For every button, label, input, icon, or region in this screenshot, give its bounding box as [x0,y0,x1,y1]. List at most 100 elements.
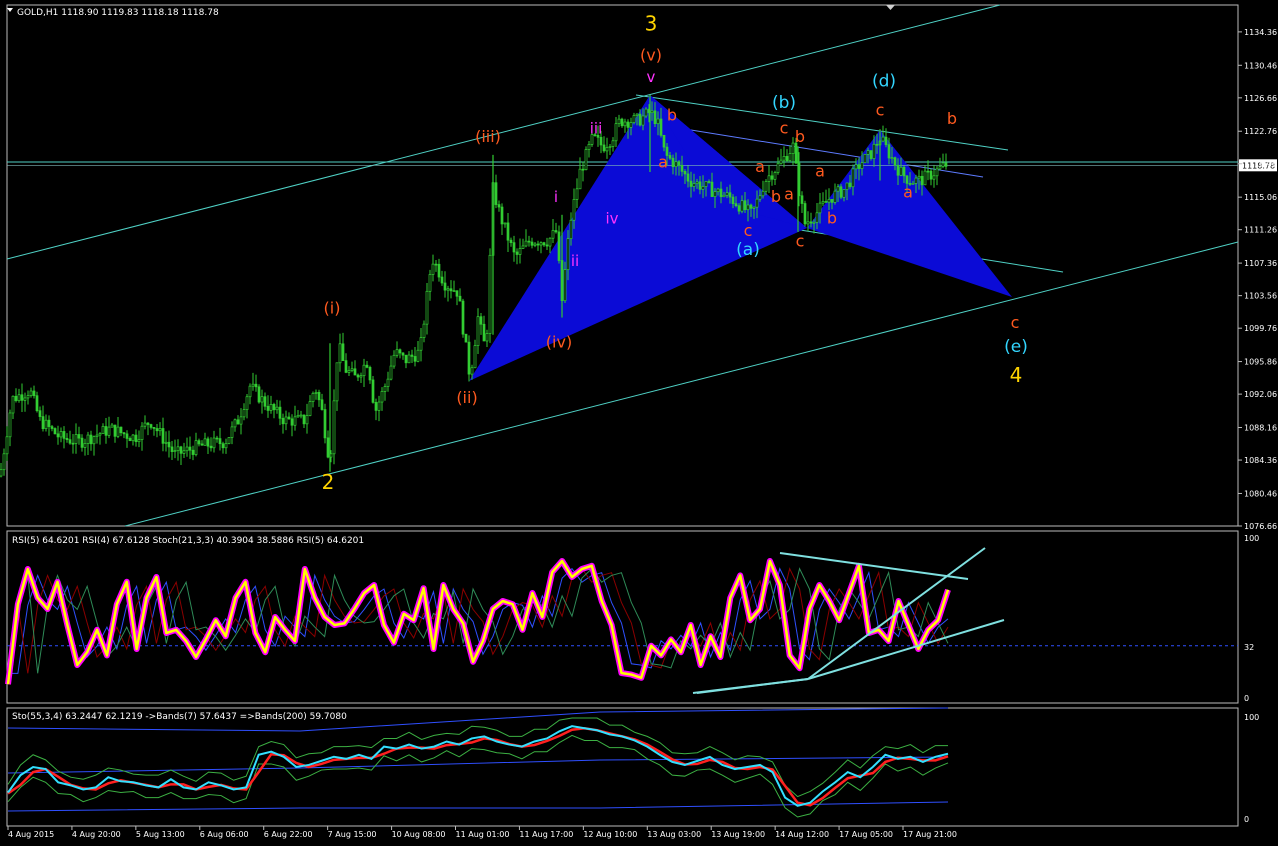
candle-body [539,242,543,246]
candle-body [737,205,741,212]
candle-body [122,432,126,435]
wave-label: c [876,100,885,119]
candle-body [281,417,285,425]
wave-label: (iii) [475,127,501,146]
candle-body [935,168,939,177]
candle-body [41,416,45,430]
candle-body [83,443,87,448]
candle-body [923,170,927,186]
candle-body [830,199,834,203]
candle-body [356,374,360,378]
candle-body [620,118,624,127]
candle-body [599,136,603,146]
price-tick-label: 1122.76 [1244,127,1277,136]
candle-body [269,404,273,411]
wave-label: iii [590,119,603,137]
price-tick-label: 1099.76 [1244,324,1277,333]
candle-body [146,422,150,425]
candle-body [323,409,327,439]
candle-body [626,121,630,128]
candle-body [182,450,186,454]
price-tick-label: 1134.36 [1244,28,1277,37]
candle-body [8,412,12,438]
candle-body [239,416,243,425]
wave-label: a [755,157,765,176]
candle-body [530,241,534,246]
candle-body [116,426,120,437]
candle-body [611,140,615,147]
candle-body [413,356,417,362]
candle-body [248,385,252,398]
rsi-header: RSI(5) 64.6201 RSI(4) 67.6128 Stoch(21,3… [12,536,364,546]
rsi-tick-label: 100 [1244,534,1259,543]
candle-body [632,115,636,123]
candle-body [293,416,297,426]
candle-body [605,147,609,152]
candle-body [551,230,555,239]
candle-body [443,282,447,291]
candle-body [278,406,282,419]
candle-body [296,414,300,418]
price-tick-label: 1111.26 [1244,226,1277,235]
candle-body [521,245,525,249]
candle-body [893,157,897,166]
candle-body [566,238,570,271]
candle-body [362,364,366,377]
candle-body [917,175,921,179]
candle-body [437,263,441,278]
candle-body [932,175,936,180]
candle-body [431,263,435,275]
time-tick-label: 12 Aug 10:00 [583,830,637,839]
candle-body [509,239,513,243]
candle-body [74,434,78,444]
sto-tick-label: 100 [1244,713,1259,722]
candle-body [344,360,348,373]
candle-body [299,414,303,417]
candle-body [503,222,507,225]
candle-body [941,162,945,167]
candle-body [440,276,444,284]
candle-body [446,288,450,291]
candle-body [848,182,852,188]
candle-body [608,146,612,148]
stochastic-header: Sto(55,3,4) 63.2447 62.1219 ->Bands(7) 5… [12,712,347,722]
candle-body [707,181,711,183]
chart-svg[interactable]: 1118.7823(v)v(i)(ii)(iii)(iv)iiiiiiivbac… [0,0,1278,846]
candle-body [65,438,69,440]
candle-body [659,118,663,136]
candle-body [863,154,867,164]
candle-body [407,354,411,364]
candle-body [401,352,405,356]
candle-body [704,181,708,187]
candle-body [833,190,837,203]
wave-label: (i) [324,298,341,317]
wave-label: b [827,208,837,227]
candle-body [380,391,384,403]
candle-body [761,190,765,197]
candle-body [722,194,726,198]
candle-body [134,434,138,443]
candle-body [929,170,933,180]
candle-body [311,393,315,402]
candle-body [767,175,771,182]
candle-body [5,436,9,455]
candle-body [824,201,828,203]
candle-body [740,200,744,212]
candle-body [395,349,399,356]
candle-body [872,143,876,159]
pane-frame-2 [6,530,1239,704]
candle-body [332,400,336,455]
candle-body [698,181,702,190]
sto-tick-label: 0 [1244,815,1249,824]
candle-body [77,434,81,439]
wave-label: c [744,221,753,240]
candle-body [548,237,552,247]
wave-label: (b) [772,93,796,113]
candle-body [218,438,222,445]
candle-body [887,144,891,159]
candle-body [215,437,219,440]
candle-body [794,142,798,164]
candle-body [488,254,492,334]
candle-body [557,231,561,261]
candle-body [371,379,375,403]
